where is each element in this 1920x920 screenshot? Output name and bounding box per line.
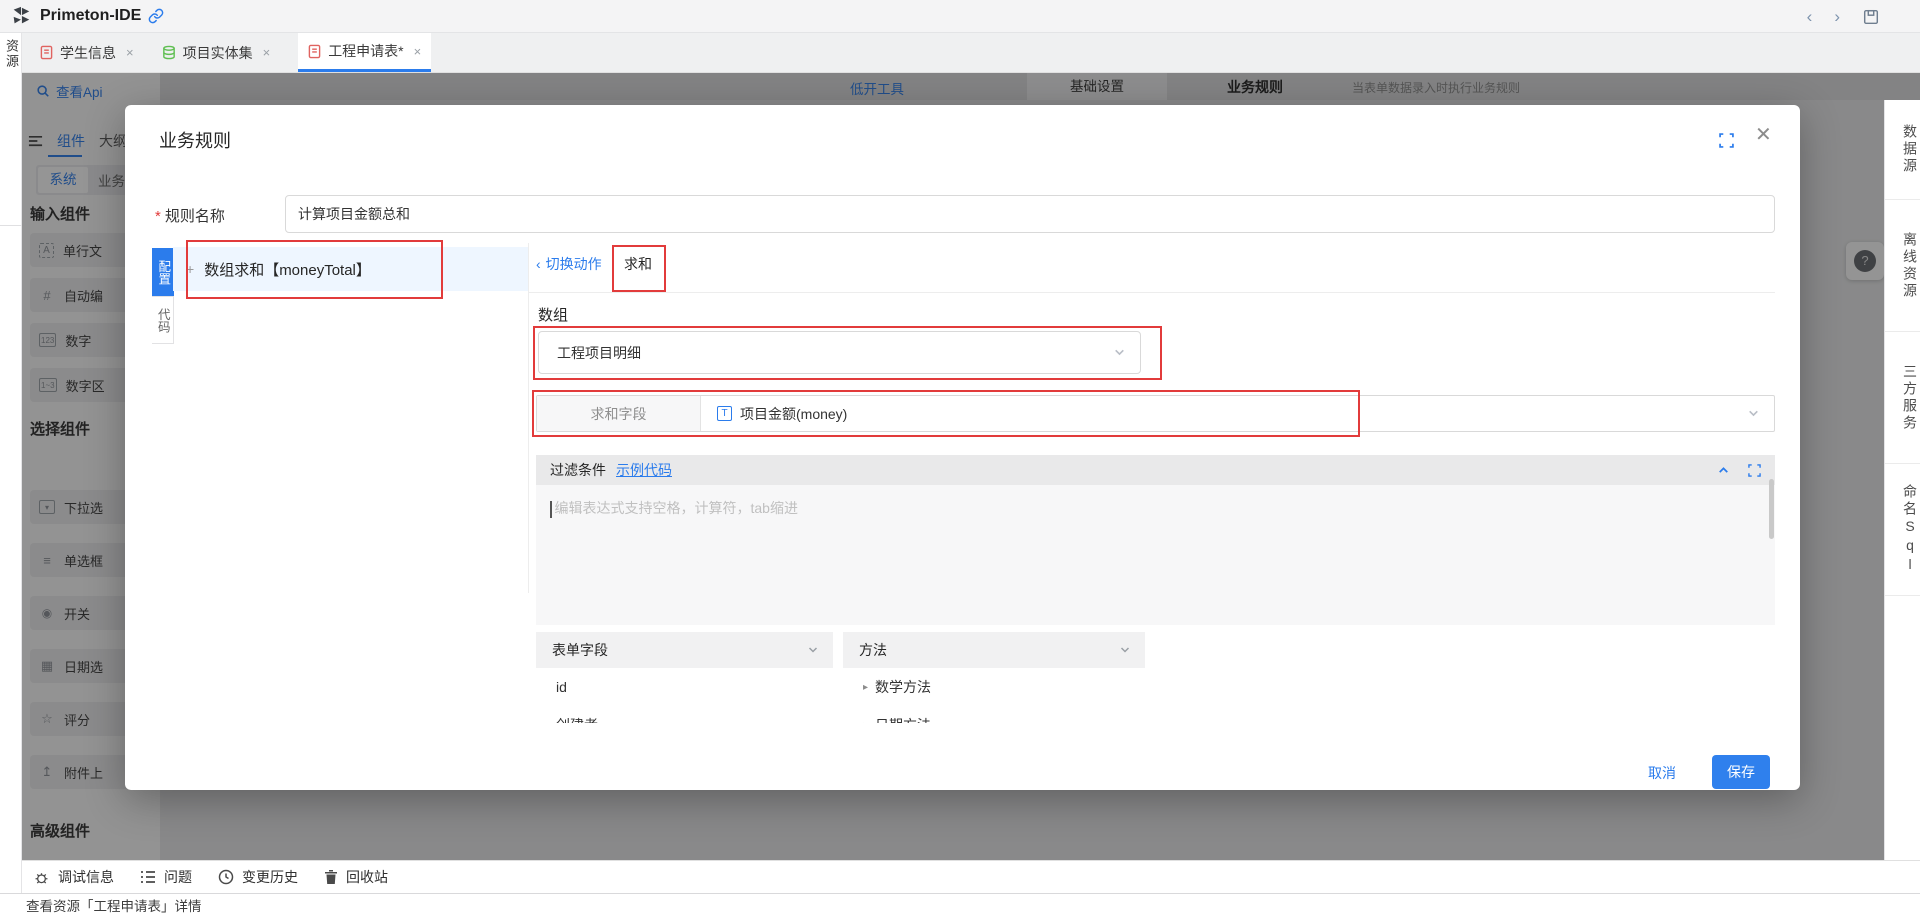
editor-placeholder: 编辑表达式支持空格，计算符，tab缩进 bbox=[555, 500, 798, 516]
app-logo-icon bbox=[10, 5, 32, 27]
expand-editor-icon[interactable] bbox=[1748, 464, 1761, 477]
expand-plus-icon[interactable]: + bbox=[186, 261, 194, 277]
fullscreen-icon[interactable] bbox=[1719, 133, 1734, 148]
filter-condition-header: 过滤条件 示例代码 bbox=[536, 455, 1775, 485]
section-divider bbox=[529, 292, 1775, 293]
expand-arrow-icon[interactable]: ▸ bbox=[863, 720, 868, 724]
business-rules-modal: 业务规则 ✕ *规则名称 配置 代码 + 数组求和【moneyTotal】 ‹ … bbox=[125, 105, 1800, 790]
filter-expression-editor[interactable]: 编辑表达式支持空格，计算符，tab缩进 bbox=[536, 485, 1775, 625]
array-select-value: 工程项目明细 bbox=[557, 343, 1113, 363]
rail-item-named-sql[interactable]: 命名Sql bbox=[1885, 464, 1920, 596]
nav-back-button[interactable]: ‹ bbox=[1807, 8, 1813, 25]
cancel-button[interactable]: 取消 bbox=[1648, 763, 1676, 783]
problems-button[interactable]: 问题 bbox=[140, 867, 192, 887]
save-button[interactable]: 保存 bbox=[1712, 755, 1770, 789]
chevron-down-icon bbox=[1119, 644, 1131, 656]
close-icon[interactable]: ✕ bbox=[1755, 125, 1772, 145]
app-title: Primeton-IDE bbox=[40, 7, 141, 25]
chevron-down-icon bbox=[1747, 407, 1760, 420]
form-icon bbox=[308, 44, 321, 59]
required-asterisk: * bbox=[155, 208, 161, 225]
right-rail: 数据源 离线资源 三方服务 命名Sql bbox=[1884, 100, 1920, 893]
recycle-bin-button[interactable]: 回收站 bbox=[324, 867, 388, 887]
sum-action-tab[interactable]: 求和 bbox=[624, 254, 652, 274]
entity-icon bbox=[162, 45, 176, 60]
field-row-creator[interactable]: 创建者 bbox=[536, 706, 833, 723]
status-bar: 查看资源「工程申请表」详情 bbox=[0, 893, 1920, 920]
status-text: 查看资源「工程申请表」详情 bbox=[26, 899, 202, 914]
sum-field-label: 求和字段 bbox=[537, 396, 701, 431]
rule-name-input[interactable] bbox=[285, 195, 1775, 233]
rail-item-third-party-services[interactable]: 三方服务 bbox=[1885, 332, 1920, 464]
resource-rail[interactable]: 资源 bbox=[0, 33, 22, 893]
chevron-down-icon bbox=[807, 644, 819, 656]
filter-condition-label: 过滤条件 bbox=[550, 460, 606, 480]
method-row-math[interactable]: ▸数学方法 bbox=[843, 668, 1145, 706]
expression-helper-panels: 表单字段 id 创建者 方法 ▸数学方法 ▸日期方法 bbox=[536, 632, 1775, 723]
config-tab[interactable]: 配置 bbox=[152, 248, 174, 296]
method-row-date[interactable]: ▸日期方法 bbox=[843, 706, 1145, 723]
array-select[interactable]: 工程项目明细 bbox=[538, 331, 1141, 374]
title-bar: Primeton-IDE ‹ › bbox=[0, 0, 1920, 33]
chevron-down-icon bbox=[1113, 346, 1126, 359]
editor-scrollbar[interactable] bbox=[1769, 479, 1774, 539]
array-label: 数组 bbox=[538, 304, 568, 325]
tab-label: 工程申请表* bbox=[328, 41, 403, 61]
rule-item-label: 数组求和【moneyTotal】 bbox=[204, 259, 371, 280]
trash-icon bbox=[324, 869, 338, 885]
debug-info-button[interactable]: 调试信息 bbox=[33, 867, 114, 887]
debug-icon bbox=[33, 869, 50, 886]
tab-label: 学生信息 bbox=[60, 43, 116, 63]
rule-list-item-array-sum[interactable]: + 数组求和【moneyTotal】 bbox=[173, 247, 528, 291]
modal-dim-overlay-right bbox=[1884, 73, 1920, 100]
sum-field-value: 项目金额(money) bbox=[740, 404, 1739, 424]
panel-divider bbox=[528, 243, 529, 593]
rule-name-label: *规则名称 bbox=[155, 205, 225, 226]
methods-header[interactable]: 方法 bbox=[843, 632, 1145, 668]
form-icon bbox=[40, 45, 53, 60]
close-tab-icon[interactable]: × bbox=[263, 45, 271, 60]
tab-project-application-form[interactable]: 工程申请表* × bbox=[298, 33, 431, 72]
switch-action-link[interactable]: ‹ 切换动作 bbox=[536, 254, 602, 274]
sample-code-link[interactable]: 示例代码 bbox=[616, 460, 672, 480]
modal-title: 业务规则 bbox=[159, 127, 231, 153]
field-row-id[interactable]: id bbox=[536, 668, 833, 706]
text-cursor bbox=[550, 501, 552, 518]
methods-panel: 方法 ▸数学方法 ▸日期方法 bbox=[843, 632, 1145, 723]
expand-arrow-icon[interactable]: ▸ bbox=[863, 682, 868, 693]
change-history-button[interactable]: 变更历史 bbox=[218, 867, 298, 887]
back-chevron-icon: ‹ bbox=[536, 256, 541, 272]
nav-forward-button[interactable]: › bbox=[1834, 8, 1840, 25]
rail-item-offline-resources[interactable]: 离线资源 bbox=[1885, 200, 1920, 332]
close-tab-icon[interactable]: × bbox=[414, 44, 422, 59]
close-tab-icon[interactable]: × bbox=[126, 45, 134, 60]
tab-label: 项目实体集 bbox=[183, 43, 253, 63]
list-icon bbox=[140, 870, 156, 884]
form-fields-header[interactable]: 表单字段 bbox=[536, 632, 833, 668]
resource-rail-label: 资源 bbox=[0, 39, 21, 69]
collapse-up-icon[interactable] bbox=[1717, 464, 1730, 477]
bottom-tool-bar: 调试信息 问题 变更历史 回收站 bbox=[22, 860, 1920, 893]
sum-field-row: 求和字段 T 项目金额(money) bbox=[536, 395, 1775, 432]
editor-tab-bar: 学生信息 × 项目实体集 × 工程申请表* × bbox=[22, 33, 1920, 73]
clock-icon bbox=[218, 869, 234, 885]
save-file-icon[interactable] bbox=[1862, 8, 1880, 26]
form-fields-panel: 表单字段 id 创建者 bbox=[536, 632, 833, 723]
sum-field-select[interactable]: T 项目金额(money) bbox=[701, 396, 1774, 431]
code-tab[interactable]: 代码 bbox=[152, 296, 174, 344]
rail-item-datasource[interactable]: 数据源 bbox=[1885, 100, 1920, 200]
rail-divider bbox=[0, 225, 22, 226]
text-type-icon: T bbox=[717, 406, 732, 421]
tab-project-entity-set[interactable]: 项目实体集 × bbox=[152, 33, 281, 72]
link-icon[interactable] bbox=[148, 8, 164, 24]
tab-student-info[interactable]: 学生信息 × bbox=[30, 33, 144, 72]
